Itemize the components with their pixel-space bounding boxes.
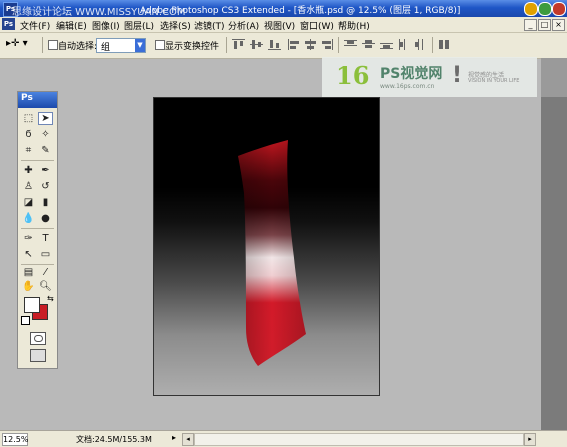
menu-analysis[interactable]: 分析(A) [228, 19, 259, 32]
menu-bar: Ps 文件(F) 编辑(E) 图像(I) 图层(L) 选择(S) 滤镜(T) 分… [0, 17, 567, 33]
document-canvas[interactable] [153, 97, 380, 396]
minimize-button[interactable] [524, 2, 538, 16]
dodge-tool-icon[interactable]: ● [38, 212, 53, 225]
distribute-left-icon[interactable] [398, 39, 411, 50]
panel-dock-top [541, 58, 567, 97]
auto-align-layers-icon[interactable] [438, 39, 451, 50]
window-title: Adobe Photoshop CS3 Extended - [香水瓶.psd … [140, 6, 461, 16]
show-transform-label: 显示变换控件 [165, 42, 220, 52]
menu-image[interactable]: 图像(I) [92, 19, 120, 32]
ps-badge: Ps [21, 93, 33, 103]
separator [21, 264, 54, 265]
menu-edit[interactable]: 编辑(E) [56, 19, 87, 32]
align-right-icon[interactable] [320, 39, 333, 50]
document-size-info: 文档:24.5M/155.3M [76, 435, 152, 444]
auto-select-label: 自动选择: [58, 42, 98, 52]
separator [338, 37, 339, 53]
separator [42, 37, 43, 53]
clone-stamp-tool-icon[interactable]: ♙ [21, 180, 36, 193]
logo-brand: PS视觉网 [380, 66, 443, 82]
doc-minimize-button[interactable]: _ [524, 19, 537, 31]
status-bar: 12.5% 文档:24.5M/155.3M ▸ ◂ ▸ [0, 430, 567, 447]
menu-filter[interactable]: 滤镜(T) [194, 19, 225, 32]
show-transform-checkbox[interactable] [155, 40, 165, 50]
separator [432, 37, 433, 53]
tool-preset-picker[interactable]: ▸✛ ▾ [6, 38, 36, 53]
separator [21, 228, 54, 229]
dropdown-value: 组 [101, 43, 111, 53]
menu-window[interactable]: 窗口(W) [300, 19, 334, 32]
auto-select-checkbox[interactable] [48, 40, 58, 50]
distribute-top-icon[interactable] [344, 39, 357, 50]
eraser-tool-icon[interactable]: ◪ [21, 196, 36, 209]
status-menu-arrow-icon[interactable]: ▸ [172, 433, 180, 443]
distribute-vertical-center-icon[interactable] [362, 39, 375, 50]
toolbox-header[interactable]: Ps [18, 92, 57, 108]
menu-layer[interactable]: 图层(L) [124, 19, 154, 32]
perfume-bottle-shape [238, 140, 306, 366]
menu-select[interactable]: 选择(S) [160, 19, 191, 32]
pen-tool-icon[interactable]: ✑ [21, 232, 36, 245]
eyedropper-tool-icon[interactable]: ⁄ [38, 266, 53, 279]
logo-url: www.16ps.com.cn [380, 83, 435, 90]
align-left-icon[interactable] [288, 39, 301, 50]
menu-help[interactable]: 帮助(H) [338, 19, 370, 32]
site-logo-banner: 16 PS视觉网 www.16ps.com.cn ! 视觉感的生活 VISION… [322, 57, 537, 97]
distribute-bottom-icon[interactable] [380, 39, 393, 50]
default-colors-icon[interactable] [21, 316, 30, 325]
path-selection-tool-icon[interactable]: ↖ [21, 248, 36, 261]
swap-colors-icon[interactable]: ⇆ [47, 294, 54, 303]
panel-dock [541, 97, 567, 430]
toolbox-panel: Ps ⬚ ➤ ϭ ✧ ⌗ ✎ ✚ ✒ ♙ ↺ ◪ ▮ 💧 ● ✑ T ↖ ▭ ▤… [17, 91, 58, 369]
close-button[interactable] [552, 2, 566, 16]
logo-number: 16 [336, 61, 370, 90]
gradient-tool-icon[interactable]: ▮ [38, 196, 53, 209]
slice-tool-icon[interactable]: ✎ [38, 144, 53, 157]
lasso-tool-icon[interactable]: ϭ [21, 128, 36, 141]
magic-wand-tool-icon[interactable]: ✧ [38, 128, 53, 141]
document-icon[interactable]: Ps [2, 18, 15, 30]
options-bar: ▸✛ ▾ 自动选择: 组 ▼ 显示变换控件 [0, 33, 567, 59]
zoom-tool-icon[interactable]: 🔍︎ [38, 280, 53, 293]
brush-tool-icon[interactable]: ✒ [38, 164, 53, 177]
scroll-right-button[interactable]: ▸ [524, 433, 536, 446]
align-vertical-center-icon[interactable] [250, 39, 263, 50]
crop-tool-icon[interactable]: ⌗ [21, 144, 36, 157]
menu-file[interactable]: 文件(F) [20, 19, 50, 32]
horizontal-scrollbar[interactable] [194, 433, 524, 446]
doc-restore-button[interactable]: □ [538, 19, 551, 31]
marquee-tool-icon[interactable]: ⬚ [21, 112, 36, 125]
notes-tool-icon[interactable]: ▤ [21, 266, 36, 279]
blur-tool-icon[interactable]: 💧 [21, 212, 36, 225]
screen-mode-icon[interactable] [30, 349, 46, 362]
logo-exclamation-icon: ! [452, 63, 463, 88]
doc-close-button[interactable]: × [552, 19, 565, 31]
title-bar: Ps 思缘设计论坛 WWW.MISSYUAN.COM Adobe Photosh… [0, 0, 567, 18]
align-bottom-icon[interactable] [268, 39, 281, 50]
auto-select-dropdown[interactable]: 组 ▼ [96, 38, 146, 53]
type-tool-icon[interactable]: T [38, 232, 53, 245]
history-brush-tool-icon[interactable]: ↺ [38, 180, 53, 193]
menu-view[interactable]: 视图(V) [264, 19, 295, 32]
scroll-left-button[interactable]: ◂ [182, 433, 194, 446]
maximize-button[interactable] [538, 2, 552, 16]
separator [21, 160, 54, 161]
zoom-level-field[interactable]: 12.5% [2, 433, 28, 446]
separator [226, 37, 227, 53]
chevron-down-icon[interactable]: ▼ [135, 39, 145, 52]
logo-slogan-en: VISION IN YOUR LIFE [468, 78, 520, 84]
shape-tool-icon[interactable]: ▭ [38, 248, 53, 261]
align-horizontal-center-icon[interactable] [304, 39, 317, 50]
distribute-horizontal-center-icon[interactable] [414, 39, 427, 50]
hand-tool-icon[interactable]: ✋ [21, 280, 36, 293]
healing-brush-tool-icon[interactable]: ✚ [21, 164, 36, 177]
align-top-icon[interactable] [232, 39, 245, 50]
quick-mask-icon[interactable] [30, 332, 46, 345]
move-tool-icon[interactable]: ➤ [38, 112, 53, 125]
foreground-color-swatch[interactable] [24, 297, 40, 313]
